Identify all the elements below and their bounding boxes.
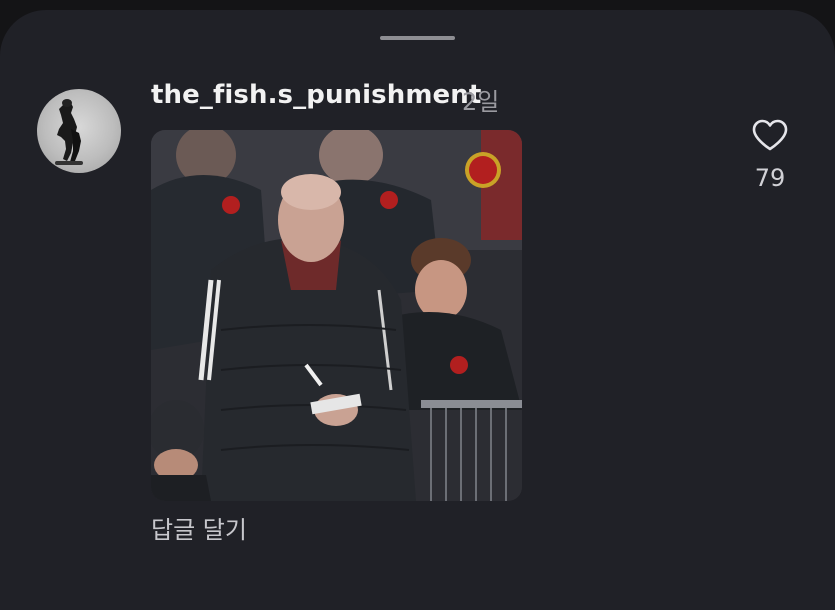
photo-illustration xyxy=(151,130,522,501)
post-timestamp: 2일 xyxy=(462,88,500,116)
like-button[interactable] xyxy=(750,116,790,156)
post-username[interactable]: the_fish.s_punishment xyxy=(151,80,481,110)
sheet-grabber-handle[interactable] xyxy=(380,36,455,40)
comment-sheet: the_fish.s_punishment 2일 답글 달기 79 xyxy=(0,10,835,610)
reply-button[interactable]: 답글 달기 xyxy=(151,510,247,545)
heart-outline-icon xyxy=(752,119,788,151)
post-photo[interactable] xyxy=(151,130,522,501)
like-count: 79 xyxy=(754,164,786,192)
avatar-figure-icon xyxy=(55,99,83,165)
avatar[interactable] xyxy=(37,89,121,173)
